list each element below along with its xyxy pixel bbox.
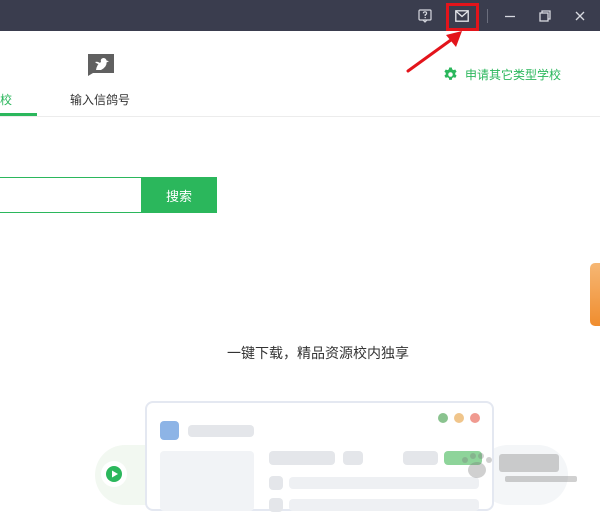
baidu-watermark — [462, 453, 577, 482]
illustration-bar — [188, 425, 254, 437]
close-icon[interactable] — [571, 0, 589, 31]
apply-link-label: 申请其它类型学校 — [465, 68, 562, 82]
pigeon-icon — [88, 54, 114, 76]
promo-text: 一键下载，精品资源校内独享 — [227, 346, 409, 362]
titlebar-separator — [487, 9, 488, 23]
illustration-bar — [269, 451, 335, 465]
illustration-bar — [403, 451, 438, 465]
search-button[interactable]: 搜索 — [141, 177, 217, 213]
illustration-dot — [438, 413, 448, 423]
illustration-bar — [289, 499, 479, 511]
illustration-bar — [269, 498, 283, 512]
illustration-dot — [454, 413, 464, 423]
tabs-divider — [0, 116, 600, 117]
app-illustration — [145, 401, 494, 512]
gear-icon — [444, 67, 457, 80]
apply-other-school-link[interactable]: 申请其它类型学校 — [443, 66, 561, 83]
scrollbar-thumb[interactable] — [590, 263, 600, 326]
illustration-bar — [269, 476, 283, 490]
tab-pigeon-number[interactable]: 输入信鸽号 — [70, 53, 132, 108]
illustration-panel — [160, 451, 254, 511]
minimize-icon[interactable] — [501, 0, 519, 31]
tab-pigeon-label: 输入信鸽号 — [70, 93, 131, 107]
tab-school-label[interactable]: 校 — [0, 91, 12, 108]
restore-icon[interactable] — [536, 0, 554, 31]
illustration-dot — [470, 413, 480, 423]
play-icon — [101, 461, 127, 487]
illustration-bar — [289, 477, 479, 489]
window-titlebar — [0, 0, 600, 31]
illustration-logo — [160, 421, 179, 440]
illustration-bar — [343, 451, 363, 465]
search-input[interactable] — [0, 177, 143, 213]
